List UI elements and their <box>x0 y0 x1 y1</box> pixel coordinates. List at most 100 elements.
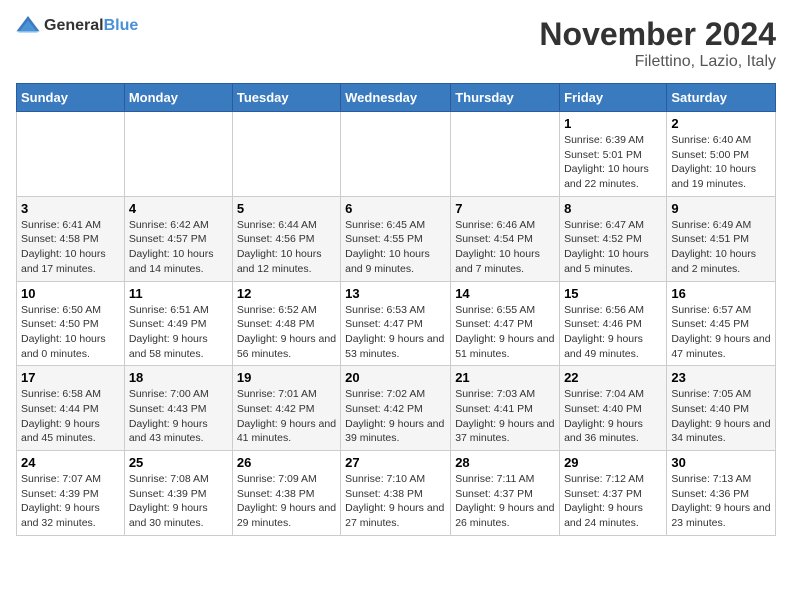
day-number: 18 <box>129 370 228 385</box>
day-number: 12 <box>237 286 336 301</box>
day-number: 13 <box>345 286 446 301</box>
day-number: 20 <box>345 370 446 385</box>
day-number: 5 <box>237 201 336 216</box>
day-number: 29 <box>564 455 662 470</box>
calendar-table: SundayMondayTuesdayWednesdayThursdayFrid… <box>16 83 776 536</box>
calendar-week-row: 1Sunrise: 6:39 AM Sunset: 5:01 PM Daylig… <box>17 112 776 197</box>
calendar-cell: 2 Sunrise: 6:40 AM Sunset: 5:00 PM Daylig… <box>667 112 776 197</box>
day-info: Sunrise: 6:56 AM Sunset: 4:46 PM Dayligh… <box>564 303 662 362</box>
day-info: Sunrise: 6:52 AM Sunset: 4:48 PM Dayligh… <box>237 303 336 362</box>
title-block: November 2024 Filettino, Lazio, Italy <box>539 16 776 71</box>
day-number: 6 <box>345 201 446 216</box>
calendar-cell: 20 Sunrise: 7:02 AM Sunset: 4:42 PM Dayli… <box>341 366 451 451</box>
calendar-cell: 12 Sunrise: 6:52 AM Sunset: 4:48 PM Dayli… <box>232 281 340 366</box>
calendar-cell: 30 Sunrise: 7:13 AM Sunset: 4:36 PM Dayli… <box>667 451 776 536</box>
day-info: Sunrise: 6:45 AM Sunset: 4:55 PM Dayligh… <box>345 218 446 277</box>
day-info: Sunrise: 6:55 AM Sunset: 4:47 PM Dayligh… <box>455 303 555 362</box>
calendar-cell: 19Sunrise: 7:01 AM Sunset: 4:42 PM Dayli… <box>232 366 340 451</box>
day-info: Sunrise: 6:57 AM Sunset: 4:45 PM Dayligh… <box>671 303 771 362</box>
calendar-cell: 1Sunrise: 6:39 AM Sunset: 5:01 PM Daylig… <box>560 112 667 197</box>
day-info: Sunrise: 7:00 AM Sunset: 4:43 PM Dayligh… <box>129 387 228 446</box>
day-info: Sunrise: 7:11 AM Sunset: 4:37 PM Dayligh… <box>455 472 555 531</box>
day-info: Sunrise: 7:13 AM Sunset: 4:36 PM Dayligh… <box>671 472 771 531</box>
day-number: 16 <box>671 286 771 301</box>
day-info: Sunrise: 7:04 AM Sunset: 4:40 PM Dayligh… <box>564 387 662 446</box>
calendar-week-row: 10 Sunrise: 6:50 AM Sunset: 4:50 PM Dayli… <box>17 281 776 366</box>
calendar-cell: 22Sunrise: 7:04 AM Sunset: 4:40 PM Dayli… <box>560 366 667 451</box>
calendar-cell: 11 Sunrise: 6:51 AM Sunset: 4:49 PM Dayli… <box>124 281 232 366</box>
day-number: 21 <box>455 370 555 385</box>
calendar-cell: 28 Sunrise: 7:11 AM Sunset: 4:37 PM Dayli… <box>451 451 560 536</box>
day-number: 9 <box>671 201 771 216</box>
day-number: 28 <box>455 455 555 470</box>
day-number: 30 <box>671 455 771 470</box>
calendar-cell: 6 Sunrise: 6:45 AM Sunset: 4:55 PM Daylig… <box>341 196 451 281</box>
calendar-cell: 14Sunrise: 6:55 AM Sunset: 4:47 PM Dayli… <box>451 281 560 366</box>
day-info: Sunrise: 6:53 AM Sunset: 4:47 PM Dayligh… <box>345 303 446 362</box>
calendar-cell: 13 Sunrise: 6:53 AM Sunset: 4:47 PM Dayli… <box>341 281 451 366</box>
calendar-cell: 7Sunrise: 6:46 AM Sunset: 4:54 PM Daylig… <box>451 196 560 281</box>
calendar-week-row: 24 Sunrise: 7:07 AM Sunset: 4:39 PM Dayli… <box>17 451 776 536</box>
day-number: 1 <box>564 116 662 131</box>
day-info: Sunrise: 7:01 AM Sunset: 4:42 PM Dayligh… <box>237 387 336 446</box>
weekday-header-tuesday: Tuesday <box>232 84 340 112</box>
day-number: 10 <box>21 286 120 301</box>
day-info: Sunrise: 6:44 AM Sunset: 4:56 PM Dayligh… <box>237 218 336 277</box>
logo-icon <box>16 16 40 36</box>
calendar-cell: 27 Sunrise: 7:10 AM Sunset: 4:38 PM Dayli… <box>341 451 451 536</box>
day-number: 8 <box>564 201 662 216</box>
calendar-cell: 8Sunrise: 6:47 AM Sunset: 4:52 PM Daylig… <box>560 196 667 281</box>
day-info: Sunrise: 7:09 AM Sunset: 4:38 PM Dayligh… <box>237 472 336 531</box>
day-info: Sunrise: 6:58 AM Sunset: 4:44 PM Dayligh… <box>21 387 120 446</box>
calendar-cell: 29Sunrise: 7:12 AM Sunset: 4:37 PM Dayli… <box>560 451 667 536</box>
day-number: 23 <box>671 370 771 385</box>
weekday-header-friday: Friday <box>560 84 667 112</box>
weekday-header-wednesday: Wednesday <box>341 84 451 112</box>
calendar-cell: 17Sunrise: 6:58 AM Sunset: 4:44 PM Dayli… <box>17 366 125 451</box>
day-number: 15 <box>564 286 662 301</box>
weekday-header-thursday: Thursday <box>451 84 560 112</box>
day-info: Sunrise: 7:05 AM Sunset: 4:40 PM Dayligh… <box>671 387 771 446</box>
calendar-week-row: 17Sunrise: 6:58 AM Sunset: 4:44 PM Dayli… <box>17 366 776 451</box>
day-info: Sunrise: 6:40 AM Sunset: 5:00 PM Dayligh… <box>671 133 771 192</box>
day-info: Sunrise: 7:07 AM Sunset: 4:39 PM Dayligh… <box>21 472 120 531</box>
weekday-header-monday: Monday <box>124 84 232 112</box>
day-info: Sunrise: 7:03 AM Sunset: 4:41 PM Dayligh… <box>455 387 555 446</box>
logo-general: General <box>44 17 104 34</box>
calendar-cell: 10 Sunrise: 6:50 AM Sunset: 4:50 PM Dayli… <box>17 281 125 366</box>
calendar-cell: 25Sunrise: 7:08 AM Sunset: 4:39 PM Dayli… <box>124 451 232 536</box>
day-info: Sunrise: 6:49 AM Sunset: 4:51 PM Dayligh… <box>671 218 771 277</box>
calendar-cell: 26 Sunrise: 7:09 AM Sunset: 4:38 PM Dayli… <box>232 451 340 536</box>
calendar-cell: 24 Sunrise: 7:07 AM Sunset: 4:39 PM Dayli… <box>17 451 125 536</box>
calendar-cell: 23 Sunrise: 7:05 AM Sunset: 4:40 PM Dayli… <box>667 366 776 451</box>
page-header: GeneralBlue November 2024 Filettino, Laz… <box>16 16 776 71</box>
weekday-header-saturday: Saturday <box>667 84 776 112</box>
weekday-header-sunday: Sunday <box>17 84 125 112</box>
day-number: 11 <box>129 286 228 301</box>
day-info: Sunrise: 6:51 AM Sunset: 4:49 PM Dayligh… <box>129 303 228 362</box>
day-number: 2 <box>671 116 771 131</box>
location-title: Filettino, Lazio, Italy <box>539 53 776 71</box>
day-info: Sunrise: 6:42 AM Sunset: 4:57 PM Dayligh… <box>129 218 228 277</box>
calendar-cell <box>124 112 232 197</box>
calendar-cell: 16 Sunrise: 6:57 AM Sunset: 4:45 PM Dayli… <box>667 281 776 366</box>
month-title: November 2024 <box>539 16 776 53</box>
day-number: 24 <box>21 455 120 470</box>
calendar-cell <box>451 112 560 197</box>
day-number: 25 <box>129 455 228 470</box>
calendar-cell <box>232 112 340 197</box>
day-number: 27 <box>345 455 446 470</box>
calendar-week-row: 3Sunrise: 6:41 AM Sunset: 4:58 PM Daylig… <box>17 196 776 281</box>
day-info: Sunrise: 6:50 AM Sunset: 4:50 PM Dayligh… <box>21 303 120 362</box>
calendar-cell: 18 Sunrise: 7:00 AM Sunset: 4:43 PM Dayli… <box>124 366 232 451</box>
logo-blue: Blue <box>104 17 139 34</box>
day-number: 26 <box>237 455 336 470</box>
calendar-cell: 9 Sunrise: 6:49 AM Sunset: 4:51 PM Daylig… <box>667 196 776 281</box>
calendar-cell: 5 Sunrise: 6:44 AM Sunset: 4:56 PM Daylig… <box>232 196 340 281</box>
weekday-header-row: SundayMondayTuesdayWednesdayThursdayFrid… <box>17 84 776 112</box>
day-number: 4 <box>129 201 228 216</box>
day-info: Sunrise: 7:02 AM Sunset: 4:42 PM Dayligh… <box>345 387 446 446</box>
day-info: Sunrise: 7:10 AM Sunset: 4:38 PM Dayligh… <box>345 472 446 531</box>
logo: GeneralBlue <box>16 16 138 36</box>
calendar-cell <box>17 112 125 197</box>
